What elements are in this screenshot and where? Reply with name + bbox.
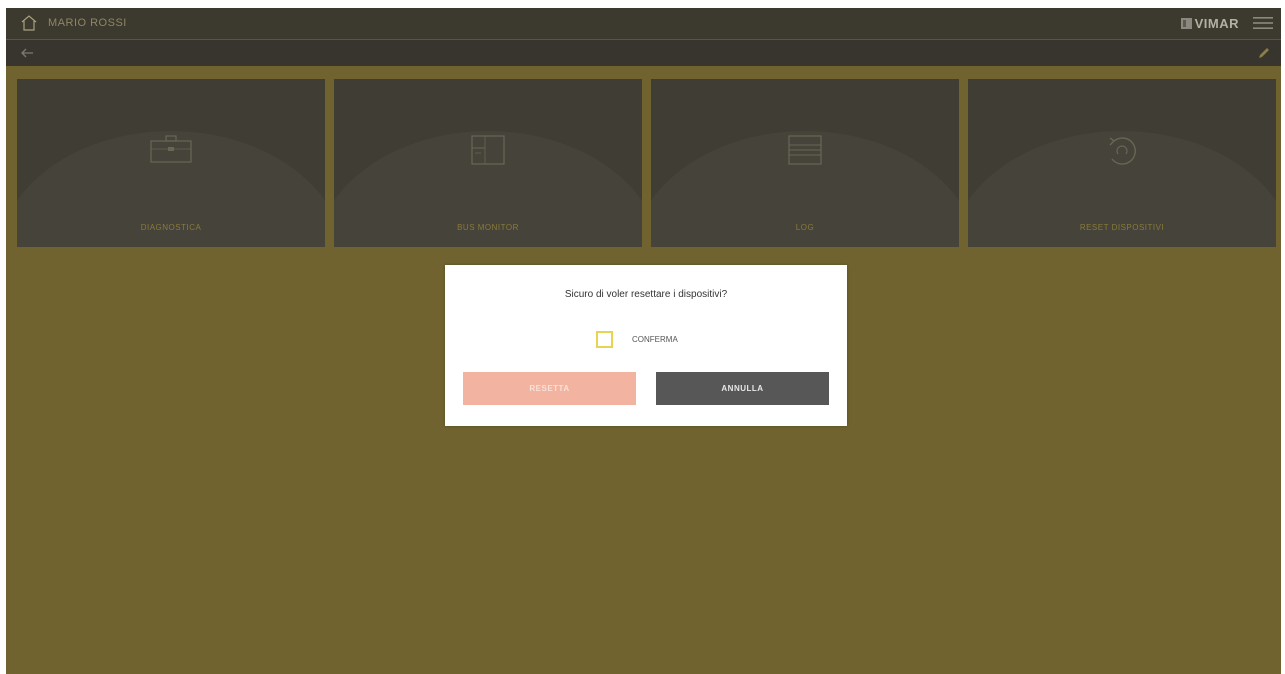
confirm-checkbox[interactable] [596, 331, 613, 348]
tile-label: DIAGNOSTICA [140, 223, 202, 232]
cancel-button[interactable]: ANNULLA [656, 372, 829, 405]
pencil-icon[interactable] [1257, 46, 1271, 60]
page-title: MARIO ROSSI [48, 17, 127, 29]
reset-button[interactable]: RESETTA [463, 372, 636, 405]
vimar-logo-text: VIMAR [1194, 16, 1239, 31]
tile-label: BUS MONITOR [457, 223, 519, 232]
log-list-icon [788, 135, 822, 165]
home-icon[interactable] [20, 14, 38, 32]
tile-log[interactable]: LOG [651, 79, 959, 247]
vimar-logo: VIMAR [1180, 16, 1239, 31]
hamburger-menu-icon[interactable] [1253, 15, 1273, 31]
sub-toolbar [6, 40, 1281, 66]
confirm-checkbox-label[interactable]: CONFERMA [632, 335, 678, 344]
back-arrow-icon[interactable] [20, 47, 34, 59]
reset-refresh-icon [1109, 137, 1136, 165]
briefcase-icon [150, 135, 192, 163]
top-bar: MARIO ROSSI VIMAR [6, 8, 1281, 40]
tile-bus-monitor[interactable]: BUS MONITOR [334, 79, 642, 247]
tile-reset-dispositivi[interactable]: RESET DISPOSITIVI [968, 79, 1276, 247]
app-frame: MARIO ROSSI VIMAR DIAGNOSTICA BUS MONITO… [6, 8, 1281, 674]
monitor-window-icon [471, 135, 505, 165]
confirm-reset-dialog: Sicuro di voler resettare i dispositivi?… [445, 265, 847, 426]
vimar-logo-mark [1180, 18, 1192, 29]
tile-diagnostica[interactable]: DIAGNOSTICA [17, 79, 325, 247]
dialog-message: Sicuro di voler resettare i dispositivi? [564, 289, 728, 300]
tile-label: LOG [795, 223, 815, 232]
tile-label: RESET DISPOSITIVI [1079, 223, 1165, 232]
